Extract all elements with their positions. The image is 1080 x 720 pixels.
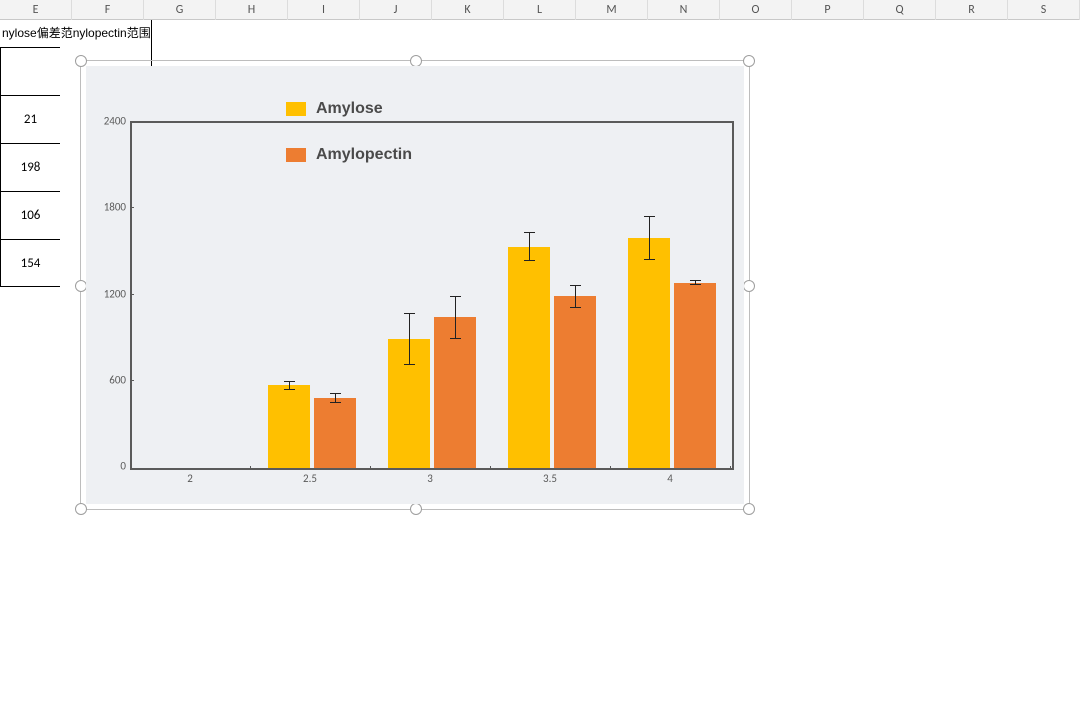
y-axis-tick-label: 0 (86, 460, 126, 473)
worksheet-area[interactable]: nylose偏差范nylopectin范围 21198106154 Amylos… (0, 20, 1080, 720)
error-bar (289, 381, 290, 390)
column-header-S[interactable]: S (1008, 0, 1080, 20)
y-axis-tick-label: 600 (86, 373, 126, 386)
error-bar (575, 285, 576, 308)
table-cell[interactable]: 154 (0, 239, 60, 287)
resize-handle-tr[interactable] (743, 55, 755, 67)
resize-handle-br[interactable] (743, 503, 755, 515)
y-axis-tick-label: 1800 (86, 201, 126, 214)
resize-handle-r[interactable] (743, 280, 755, 292)
column-header-R[interactable]: R (936, 0, 1008, 20)
column-header-F[interactable]: F (72, 0, 144, 20)
column-header-M[interactable]: M (576, 0, 648, 20)
bar-amylopectin-4[interactable] (674, 283, 716, 468)
table-header: nylose偏差范nylopectin范围 (0, 20, 151, 47)
column-header-J[interactable]: J (360, 0, 432, 20)
bar-amylopectin-3.5[interactable] (554, 296, 596, 468)
column-header-G[interactable]: G (144, 0, 216, 20)
y-axis-tick-label: 1200 (86, 287, 126, 300)
y-axis-tick-label: 2400 (86, 115, 126, 128)
embedded-chart[interactable]: Amylose Amylopectin 0600120018002400 22.… (80, 60, 750, 510)
x-axis-tick-label: 3 (427, 472, 433, 485)
error-bar (455, 296, 456, 339)
bar-amylopectin-3[interactable] (434, 317, 476, 468)
column-header-P[interactable]: P (792, 0, 864, 20)
x-axis-tick-label: 2.5 (303, 472, 317, 485)
bar-amylose-3.5[interactable] (508, 247, 550, 468)
resize-handle-bl[interactable] (75, 503, 87, 515)
bar-amylopectin-2.5[interactable] (314, 398, 356, 468)
error-bar (409, 313, 410, 365)
resize-handle-b[interactable] (410, 503, 422, 515)
legend-entry-amylose[interactable]: Amylose (286, 96, 412, 122)
chart-background: Amylose Amylopectin 0600120018002400 22.… (86, 66, 744, 504)
column-header-H[interactable]: H (216, 0, 288, 20)
error-bar (649, 216, 650, 259)
error-bar (695, 280, 696, 284)
legend-swatch-icon (286, 102, 306, 116)
x-axis-tick-label: 2 (187, 472, 193, 485)
column-headers[interactable]: EFGHIJKLMNOPQRS (0, 0, 1080, 20)
table-cell[interactable]: 21 (0, 95, 60, 143)
column-header-N[interactable]: N (648, 0, 720, 20)
legend-label: Amylose (316, 100, 383, 118)
column-header-Q[interactable]: Q (864, 0, 936, 20)
error-bar (529, 232, 530, 261)
table-cell[interactable]: 198 (0, 143, 60, 191)
column-header-O[interactable]: O (720, 0, 792, 20)
x-axis-tick-label: 3.5 (543, 472, 557, 485)
column-header-I[interactable]: I (288, 0, 360, 20)
error-bar (335, 393, 336, 403)
bar-amylose-2.5[interactable] (268, 385, 310, 468)
column-header-E[interactable]: E (0, 0, 72, 20)
plot-area[interactable] (130, 121, 734, 470)
bar-amylose-4[interactable] (628, 238, 670, 468)
table-cell[interactable]: 106 (0, 191, 60, 239)
column-header-L[interactable]: L (504, 0, 576, 20)
table-cell[interactable] (0, 47, 60, 95)
column-header-K[interactable]: K (432, 0, 504, 20)
x-axis-tick-label: 4 (667, 472, 673, 485)
